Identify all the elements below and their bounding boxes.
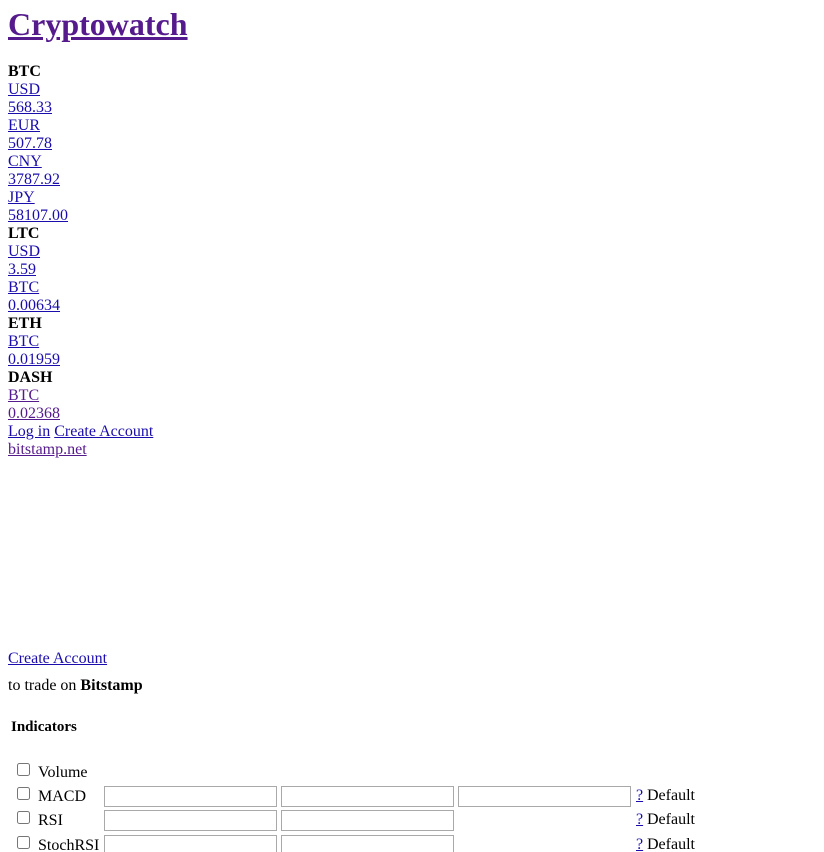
- site-title[interactable]: Cryptowatch: [8, 4, 188, 44]
- indicator-label: StochRSI: [38, 837, 100, 852]
- market-currency-link[interactable]: USD: [8, 243, 408, 261]
- market-price-link[interactable]: 0.00634: [8, 297, 408, 315]
- trade-create-account-link[interactable]: Create Account: [8, 650, 143, 668]
- indicator-row-stochrsi: StochRSI? Default: [8, 835, 808, 852]
- indicator-row-volume: Volume: [8, 762, 808, 786]
- site-title-link[interactable]: Cryptowatch: [8, 6, 188, 42]
- indicator-param-input[interactable]: [104, 810, 277, 831]
- indicator-checkbox[interactable]: [17, 836, 30, 849]
- indicator-help-link[interactable]: ?: [636, 811, 643, 829]
- trade-text: to trade on Bitstamp: [8, 677, 143, 695]
- indicator-checkbox[interactable]: [17, 763, 30, 776]
- login-link[interactable]: Log in: [8, 423, 50, 440]
- market-currency-link[interactable]: JPY: [8, 189, 408, 207]
- indicator-row-rsi: RSI? Default: [8, 810, 808, 834]
- indicator-param-input[interactable]: [281, 835, 454, 852]
- market-price-link[interactable]: 3787.92: [8, 171, 408, 189]
- market-currency-link[interactable]: BTC: [8, 333, 408, 351]
- indicator-label: MACD: [38, 788, 87, 805]
- market-price-link[interactable]: 0.01959: [8, 351, 408, 369]
- indicator-param-input[interactable]: [458, 786, 631, 807]
- asset-name-dash: DASH: [8, 369, 53, 386]
- markets-list: BTC USD 568.33 EUR 507.78 CNY 3787.92 JPY 58107.…: [8, 63, 408, 459]
- asset-name-eth: ETH: [8, 315, 42, 332]
- indicator-param-input[interactable]: [281, 786, 454, 807]
- indicator-help-link[interactable]: ?: [636, 787, 643, 805]
- market-currency-link[interactable]: BTC: [8, 387, 408, 405]
- market-currency-link[interactable]: EUR: [8, 117, 408, 135]
- asset-name-ltc: LTC: [8, 225, 40, 242]
- market-price-link[interactable]: 3.59: [8, 261, 408, 279]
- indicator-default-label: Default: [647, 787, 695, 804]
- indicator-checkbox[interactable]: [17, 787, 30, 800]
- indicator-default-label: Default: [647, 811, 695, 828]
- market-currency-link[interactable]: USD: [8, 81, 408, 99]
- create-account-link[interactable]: Create Account: [54, 423, 153, 440]
- indicator-row-macd: MACD? Default: [8, 786, 808, 810]
- auth-links: Log in Create Account: [8, 423, 408, 441]
- indicator-help-link[interactable]: ?: [636, 836, 643, 852]
- market-currency-link[interactable]: BTC: [8, 279, 408, 297]
- market-currency-link[interactable]: CNY: [8, 153, 408, 171]
- trade-exchange-name: Bitstamp: [80, 677, 143, 694]
- indicator-param-input[interactable]: [281, 810, 454, 831]
- indicator-label: RSI: [38, 812, 63, 829]
- market-price-link[interactable]: 568.33: [8, 99, 408, 117]
- indicator-param-input[interactable]: [104, 835, 277, 852]
- indicators-title: Indicators: [11, 719, 77, 735]
- asset-name-btc: BTC: [8, 63, 41, 80]
- exchange-link[interactable]: bitstamp.net: [8, 441, 408, 459]
- indicator-default-label: Default: [647, 836, 695, 852]
- trade-text-prefix: to trade on: [8, 677, 77, 694]
- market-price-link[interactable]: 0.02368: [8, 405, 408, 423]
- market-price-link[interactable]: 58107.00: [8, 207, 408, 225]
- indicator-checkbox[interactable]: [17, 811, 30, 824]
- market-price-link[interactable]: 507.78: [8, 135, 408, 153]
- indicator-label: Volume: [38, 764, 88, 781]
- indicator-param-input[interactable]: [104, 786, 277, 807]
- trade-section: Create Account to trade on Bitstamp: [8, 650, 143, 695]
